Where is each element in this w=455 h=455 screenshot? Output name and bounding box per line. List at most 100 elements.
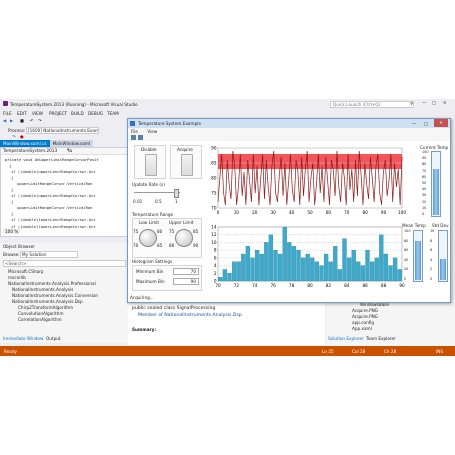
histogram-bar (241, 253, 246, 282)
maximize-icon[interactable]: □ (432, 100, 436, 105)
close-icon[interactable]: ✕ (443, 100, 447, 105)
forward-icon[interactable]: ▶ (10, 118, 13, 123)
window-minimize-icon[interactable]: — (412, 119, 416, 128)
process-label: Process: (8, 128, 26, 133)
scale-tick-label: 80 (422, 162, 427, 167)
bottom-tab-immediate[interactable]: Immediate Window (3, 336, 43, 341)
solution-item[interactable]: App.xaml (352, 326, 372, 331)
scale-tick-label: 0 (430, 277, 433, 281)
menu-debug[interactable]: DEBUG (88, 111, 103, 116)
tree-item[interactable]: Microsoft.CSharp (8, 269, 44, 274)
member-dropdown[interactable]: ¶a (65, 148, 129, 155)
scale-tick-label: 0 (422, 212, 425, 216)
tree-item[interactable]: NationalInstruments.Analysis (12, 287, 73, 292)
upper-limit-knob[interactable] (175, 229, 193, 247)
menu-project[interactable]: PROJECT (49, 111, 67, 116)
code-line-1: private void OnUpperLimitRangeCursorPosi… (5, 157, 99, 162)
slider-thumb[interactable] (174, 189, 179, 198)
histogram-bar (323, 253, 329, 282)
minimize-icon[interactable]: — (422, 100, 426, 105)
code-line-7: if ((double)upperLimitRangeCursor.Act (11, 193, 96, 198)
code-editor[interactable]: TemperatureSystem.2013 ¶a private void O… (0, 147, 130, 237)
tree-item[interactable]: NationalInstruments.Analysis.Conversion (12, 293, 98, 298)
scale-tick-label: 60 (404, 248, 409, 253)
code-line-12: if ((double)lowerLimitRangeCursor.Act (11, 224, 96, 229)
menu-view-app[interactable]: View (147, 129, 157, 134)
tree-item[interactable]: ConvolutionAlgorithm (18, 311, 64, 316)
scale-tick-label: 20 (404, 267, 409, 272)
back-icon[interactable]: ◀ (3, 118, 6, 123)
solution-item[interactable]: Acquire.PNG (352, 314, 378, 319)
tab-team-explorer[interactable]: Team Explorer (366, 336, 396, 341)
y-tick-label: 90 (211, 146, 217, 151)
tree-item[interactable]: NationalInstruments.Analysis.Professiona… (8, 281, 96, 286)
histogram-x-tick-label: 74 (252, 283, 258, 288)
tree-item[interactable]: CorrelationAlgorithm (18, 317, 62, 322)
y-tick-label: 85 (211, 161, 217, 166)
toolbar-icon-1[interactable] (131, 135, 136, 140)
maximum-bin-input[interactable]: 90 (173, 278, 199, 285)
code-line-3: if ((double)upperLimitRangeCursor.Act (11, 169, 96, 174)
scale-tick-label: 60 (422, 174, 427, 179)
x-tick-label: 10 (234, 210, 240, 215)
bottom-tab-output[interactable]: Output (46, 336, 61, 341)
menu-view[interactable]: VIEW (32, 111, 43, 116)
update-rate-slider[interactable] (134, 189, 180, 198)
vs-title: TemperatureSystem.2013 (Running) - Micro… (10, 102, 138, 107)
search-icon[interactable]: ⚲ (410, 101, 413, 106)
solution-item[interactable]: Acquire.PNG (352, 308, 378, 313)
quick-launch-input[interactable]: Quick Launch (Ctrl+Q) (330, 101, 414, 108)
x-tick-label: 0 (217, 210, 220, 215)
redo-icon[interactable]: ↷ (38, 118, 42, 123)
object-detail-pane: public sealed class SignalProcessing Mem… (128, 301, 325, 345)
browse-dropdown[interactable]: My Solution (20, 251, 78, 258)
histogram-plot-area (217, 226, 403, 282)
undo-icon[interactable]: ↶ (30, 118, 34, 123)
tab-solution-explorer[interactable]: Solution Explorer (328, 336, 364, 341)
browse-label: Browse: (3, 252, 20, 257)
histogram-x-tick-label: 84 (344, 283, 350, 288)
code-line-8: { (11, 199, 14, 204)
tree-item[interactable]: mscorlib (8, 275, 26, 280)
menu-build[interactable]: BUILD (71, 111, 84, 116)
acquire-label: Acquire (177, 147, 193, 152)
menu-edit[interactable]: EDIT (17, 111, 27, 116)
disable-button[interactable] (145, 154, 157, 176)
process-dropdown[interactable]: [1600] NationalInstruments.Example (26, 127, 99, 134)
menu-team[interactable]: TEAM (107, 111, 119, 116)
save-icon[interactable]: ■ (20, 118, 24, 123)
slider-tick: 0.5 (155, 199, 162, 204)
histogram-bar (277, 253, 283, 282)
low-knob-tick: 70 (133, 243, 139, 248)
histogram-y-tick-label: 10 (211, 240, 217, 245)
disable-label: Disable (141, 147, 157, 152)
tree-item[interactable]: Chirp2TransformAlgorithm (18, 305, 73, 310)
window-maximize-icon[interactable]: □ (424, 119, 428, 128)
low-limit-knob[interactable] (139, 229, 157, 247)
solution-item[interactable]: app.config (352, 320, 374, 325)
menu-file[interactable]: FILE (3, 111, 12, 116)
object-browser-search[interactable]: <Search> (3, 260, 126, 267)
histogram-bar (218, 276, 223, 282)
acquire-button[interactable] (181, 154, 193, 176)
window-close-icon[interactable]: ✕ (434, 119, 448, 127)
histogram-x-tick-label: 82 (326, 283, 332, 288)
object-browser-title: Object Browser (3, 244, 35, 249)
class-dropdown[interactable]: TemperatureSystem.2013 (1, 148, 65, 155)
mean-temp-label: Mean Temp (402, 223, 426, 228)
histogram-bar (245, 246, 251, 282)
detail-member[interactable]: Member of NationalInstruments.Analysis.D… (138, 313, 242, 318)
scale-tick-label: 100 (422, 150, 429, 154)
menu-file-app[interactable]: File (131, 129, 138, 134)
zoom-level[interactable]: 100 % (3, 229, 21, 234)
code-line-6: } (11, 187, 14, 192)
breakpoint-icon[interactable]: ● (20, 134, 24, 139)
low-knob-tick: 75 (133, 229, 139, 234)
histogram-x-tick-label: 72 (234, 283, 240, 288)
toolbar-icon-2[interactable] (138, 135, 143, 140)
minimum-bin-input[interactable]: 70 (173, 268, 199, 275)
window-title: Temperature System Example (138, 121, 201, 126)
step-icon[interactable]: ↷ (12, 134, 16, 139)
tree-item[interactable]: NationalInstruments.Analysis.Dsp (12, 299, 83, 304)
status-char: Ch 28 (384, 349, 397, 354)
